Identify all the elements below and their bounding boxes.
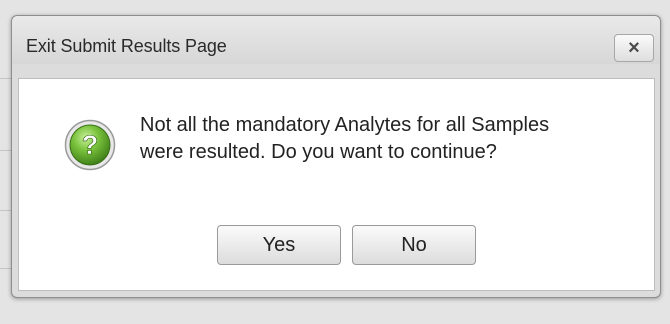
question-icon: ? <box>64 119 116 171</box>
dialog-titlebar[interactable]: Exit Submit Results Page × <box>12 16 660 64</box>
svg-text:?: ? <box>82 130 99 160</box>
close-icon: × <box>628 36 640 59</box>
dialog-message: Not all the mandatory Analytes for all S… <box>140 114 550 163</box>
confirm-dialog: Exit Submit Results Page × ? Not all the… <box>11 15 661 298</box>
yes-button[interactable]: Yes <box>217 225 341 265</box>
close-button[interactable]: × <box>614 34 654 62</box>
dialog-body: ? Not all the mandatory Analytes for all… <box>18 78 655 291</box>
dialog-title: Exit Submit Results Page <box>26 36 227 56</box>
no-button[interactable]: No <box>352 225 476 265</box>
